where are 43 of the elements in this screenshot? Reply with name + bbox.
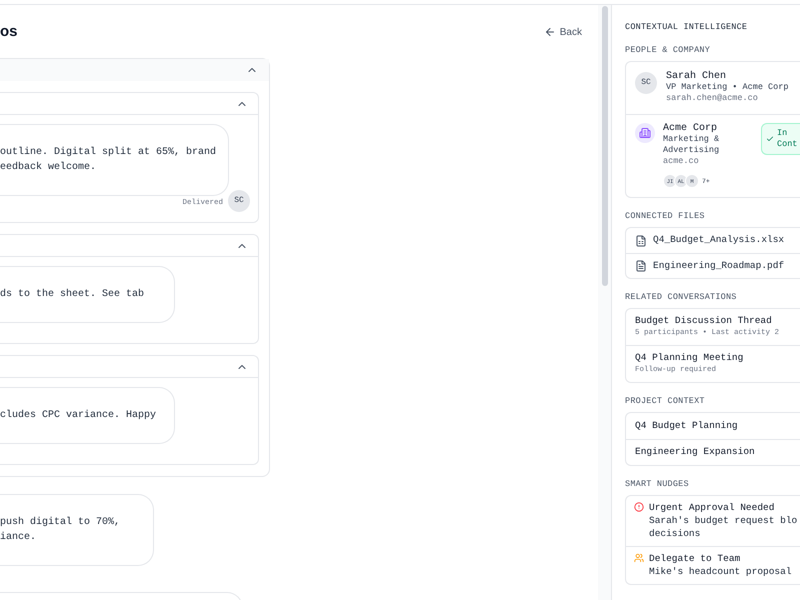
users-icon [634, 553, 644, 563]
nudge-item[interactable]: Urgent Approval Needed Sarah's budget request blo decisions [626, 496, 800, 546]
person-email: sarah.chen@acme.co [666, 93, 759, 104]
company-domain: acme.co [663, 156, 700, 167]
message-text: cludes CPC variance. Happy [0, 408, 158, 423]
status-badge: In Cont [761, 123, 800, 155]
back-button[interactable]: Back [544, 24, 582, 40]
nudge-text: Sarah's budget request blo [649, 514, 798, 527]
person-name: Sarah Chen [666, 71, 728, 82]
company-name: Acme Corp [663, 123, 718, 134]
avatar: SC [228, 190, 250, 212]
file-row[interactable]: Q4_Budget_Analysis.xlsx [626, 228, 800, 253]
building-icon [635, 123, 655, 143]
back-arrow-icon [544, 26, 556, 38]
nudge-title: Urgent Approval Needed [649, 501, 776, 514]
conversation-title: Q4 Planning Meeting [635, 351, 744, 364]
message-text: push digital to 70%, [0, 516, 122, 530]
section-heading: PROJECT CONTEXT [625, 396, 706, 406]
company-industry: Marketing & Advertising [663, 134, 720, 156]
nudge-text: Mike's headcount proposal [649, 565, 792, 578]
document-icon [635, 260, 647, 272]
scrollbar[interactable] [602, 6, 608, 286]
alert-icon [634, 502, 644, 512]
project-item[interactable]: Engineering Expansion [626, 439, 800, 465]
message-text: eedback welcome. [0, 160, 98, 175]
person-role: VP Marketing • Acme Corp [666, 82, 788, 93]
nudge-title: Delegate to Team [649, 552, 742, 565]
section-heading: PEOPLE & COMPANY [625, 45, 712, 55]
message-text: outline. Digital split at 65%, brand [0, 146, 216, 160]
file-row[interactable]: Engineering_Roadmap.pdf [626, 253, 800, 278]
message-text: iance. [0, 530, 38, 545]
avatar: SC [635, 72, 657, 94]
spreadsheet-icon [635, 234, 647, 246]
page-title: os [0, 22, 18, 42]
nudge-text: decisions [649, 527, 702, 540]
project-item[interactable]: Q4 Budget Planning [626, 413, 800, 439]
section-heading: CONNECTED FILES [625, 211, 706, 221]
nudge-item[interactable]: Delegate to Team Mike's headcount proposal [626, 546, 800, 584]
conversation-title: Budget Discussion Thread [635, 314, 773, 327]
message-text: ds to the sheet. See tab [0, 288, 146, 302]
section-heading: SMART NUDGES [625, 479, 690, 489]
section-heading: RELATED CONVERSATIONS [625, 292, 738, 302]
panel-title: CONTEXTUAL INTELLIGENCE [625, 22, 748, 32]
